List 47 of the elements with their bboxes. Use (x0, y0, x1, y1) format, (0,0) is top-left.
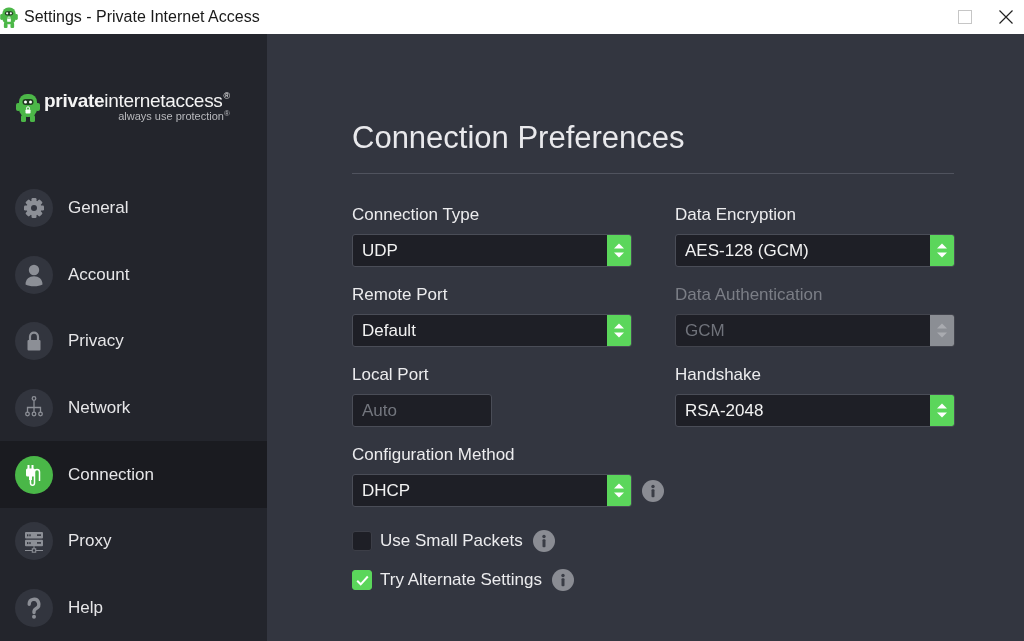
field-label: Configuration Method (352, 445, 516, 465)
checkbox[interactable] (352, 531, 372, 551)
window-title: Settings - Private Internet Access (24, 8, 260, 26)
gear-icon (15, 189, 53, 228)
up-down-arrows-icon (607, 315, 631, 346)
up-down-arrows-icon (930, 395, 954, 426)
field-label: Local Port (352, 365, 430, 385)
check-icon (355, 574, 369, 586)
close-icon[interactable] (999, 10, 1013, 24)
sidebar-item[interactable]: Proxy (0, 507, 267, 575)
dropdown[interactable]: RSA-2048 (675, 394, 955, 427)
field-label: Remote Port (352, 285, 449, 305)
logo-wordmark: privateinternetaccess$^{®}$ (44, 91, 230, 110)
info-icon[interactable] (642, 479, 664, 502)
page-heading: Connection Preferences (352, 119, 685, 157)
sidebar-item[interactable]: Privacy (0, 308, 267, 375)
field-label: Data Authentication (675, 285, 824, 305)
dropdown[interactable]: Default (352, 314, 632, 347)
checkbox-label: Use Small Packets (380, 531, 523, 551)
sidebar-item[interactable]: General (0, 175, 267, 242)
text-field[interactable]: Auto (352, 394, 492, 427)
info-icon[interactable] (551, 569, 574, 591)
checkbox[interactable] (352, 570, 372, 590)
padlock-icon (15, 322, 53, 361)
plug-icon (15, 455, 53, 494)
field-label: Handshake (675, 365, 762, 385)
dropdown[interactable]: UDP (352, 234, 632, 267)
up-down-arrows-icon (930, 315, 954, 346)
field-label: Connection Type (352, 205, 481, 225)
dropdown[interactable]: AES-128 (GCM) (675, 234, 955, 267)
info-icon[interactable] (532, 530, 555, 552)
sidebar-item[interactable]: Network (0, 374, 267, 442)
sidebar-item[interactable]: Connection (0, 441, 267, 508)
up-down-arrows-icon (930, 235, 954, 266)
sidebar-item[interactable]: Help (0, 574, 267, 641)
person-icon (15, 255, 53, 294)
question-mark-icon (15, 588, 53, 627)
checkbox-label: Try Alternate Settings (380, 570, 542, 590)
server-icon (15, 522, 53, 561)
network-tree-icon (15, 389, 53, 427)
robot-icon (16, 91, 40, 122)
logo-tagline: always use protection$^{®}$ (118, 110, 230, 122)
sidebar-item[interactable]: Account (0, 241, 267, 309)
field-label: Data Encryption (675, 205, 797, 225)
dropdown[interactable]: DHCP (352, 474, 632, 507)
up-down-arrows-icon (607, 235, 631, 266)
up-down-arrows-icon (607, 475, 631, 506)
